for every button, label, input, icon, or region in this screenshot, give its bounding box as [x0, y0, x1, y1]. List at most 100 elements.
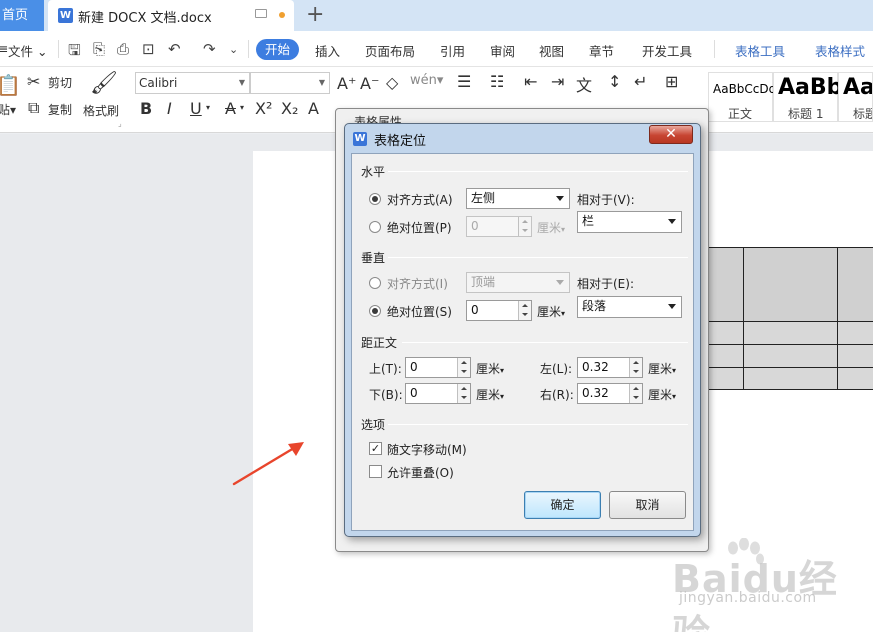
tab-view[interactable]: 视图 — [539, 41, 564, 60]
chevron-down-icon[interactable]: ▾ — [206, 103, 210, 112]
vertical-align-radio[interactable] — [369, 277, 381, 289]
save-icon[interactable]: 🖫 — [68, 40, 81, 65]
spinner-arrows-icon[interactable] — [457, 358, 470, 377]
vertical-relative-select[interactable]: 段落 — [577, 296, 682, 318]
close-button[interactable]: ✕ — [649, 125, 693, 144]
format-painter-icon[interactable]: 🖌 — [90, 71, 118, 96]
print-preview-icon[interactable]: ⊡ — [142, 40, 155, 58]
cut-button[interactable]: 剪切 — [48, 74, 72, 91]
top-distance-unit[interactable]: 厘米▾ — [476, 360, 504, 377]
show-marks-icon[interactable]: ↵ — [634, 72, 647, 91]
print-icon[interactable]: ⎙ — [117, 40, 129, 58]
menu-file[interactable]: 文件 ⌄ — [8, 41, 47, 60]
font-name-select[interactable]: Calibri ▼ — [135, 72, 250, 94]
bullets-icon[interactable]: ☰ — [457, 72, 471, 91]
chinese-layout-icon[interactable]: 文 — [576, 72, 592, 96]
table-line — [706, 344, 873, 345]
grow-font-icon[interactable]: A⁺ — [337, 74, 356, 93]
spinner-arrows-icon[interactable] — [629, 358, 642, 377]
numbering-icon[interactable]: ☷ — [490, 72, 504, 91]
vertical-align-select[interactable]: 顶端 — [466, 272, 570, 293]
format-painter-button[interactable]: 格式刷 — [83, 102, 119, 119]
unit-label: 厘米 — [537, 221, 562, 235]
text-effect-icon[interactable]: A — [308, 99, 319, 118]
tab-home-ribbon[interactable]: 开始 — [256, 39, 299, 60]
decrease-indent-icon[interactable]: ⇤ — [524, 72, 537, 91]
tab-developer[interactable]: 开发工具 — [642, 41, 692, 60]
style-heading[interactable]: AaB 标题 — [838, 72, 873, 122]
vertical-absolute-input[interactable]: 0 — [466, 300, 532, 321]
unit-label: 厘米 — [648, 362, 673, 376]
right-distance-input[interactable]: 0.32 — [577, 383, 643, 404]
horizontal-absolute-input[interactable]: 0 — [466, 216, 532, 237]
new-tab-button[interactable]: + — [306, 2, 324, 28]
bottom-distance-unit[interactable]: 厘米▾ — [476, 386, 504, 403]
allow-overlap-checkbox[interactable] — [369, 465, 382, 478]
phonetic-guide-icon[interactable]: wén▾ — [410, 73, 443, 88]
paste-icon[interactable]: 📋 — [0, 73, 21, 97]
right-distance-unit[interactable]: 厘米▾ — [648, 386, 676, 403]
quick-access-dropdown-icon[interactable]: ⌄ — [229, 43, 238, 56]
cancel-button[interactable]: 取消 — [609, 491, 686, 519]
font-size-select[interactable]: ▼ — [250, 72, 330, 94]
style-heading-1[interactable]: AaBb 标题 1 — [773, 72, 842, 122]
ok-button[interactable]: 确定 — [524, 491, 601, 519]
tab-table-style[interactable]: 表格样式 — [815, 41, 865, 60]
horizontal-absolute-radio[interactable] — [369, 221, 381, 233]
scissors-icon[interactable]: ✂ — [27, 72, 40, 91]
tab-sections[interactable]: 章节 — [589, 41, 614, 60]
shrink-font-icon[interactable]: A⁻ — [360, 74, 379, 93]
redo-icon[interactable]: ↷ — [203, 40, 216, 58]
top-distance-input[interactable]: 0 — [405, 357, 471, 378]
clear-format-icon[interactable]: ◇ — [386, 73, 398, 92]
spinner-arrows-icon[interactable] — [518, 301, 531, 320]
table-line — [706, 321, 873, 322]
spinner-arrows-icon[interactable] — [629, 384, 642, 403]
superscript-button[interactable]: X² — [255, 99, 272, 118]
left-distance-input[interactable]: 0.32 — [577, 357, 643, 378]
italic-button[interactable]: I — [167, 99, 172, 118]
tab-insert[interactable]: 插入 — [315, 41, 340, 60]
underline-button[interactable]: U — [190, 99, 202, 118]
bold-button[interactable]: B — [140, 99, 152, 118]
move-with-text-label[interactable]: 随文字移动(M) — [387, 441, 467, 458]
increase-indent-icon[interactable]: ⇥ — [551, 72, 564, 91]
horizontal-relative-select[interactable]: 栏 — [577, 211, 682, 233]
document-table[interactable] — [706, 247, 873, 390]
vertical-absolute-radio[interactable] — [369, 305, 381, 317]
subscript-button[interactable]: X₂ — [281, 99, 298, 118]
bottom-distance-value: 0 — [410, 386, 418, 400]
dialog-titlebar[interactable]: W 表格定位 ✕ — [345, 124, 700, 152]
tab-table-tools[interactable]: 表格工具 — [735, 41, 785, 60]
table-body-shading — [706, 321, 873, 390]
bottom-distance-label: 下(B): — [369, 388, 403, 402]
clipboard-expand-icon[interactable]: ⌟ — [118, 119, 122, 128]
move-with-text-checkbox[interactable]: ✓ — [369, 442, 382, 455]
undo-icon[interactable]: ↶ — [168, 40, 181, 58]
horizontal-align-radio[interactable] — [369, 193, 381, 205]
bottom-distance-input[interactable]: 0 — [405, 383, 471, 404]
vertical-absolute-unit[interactable]: 厘米▾ — [537, 303, 565, 320]
tab-page-layout[interactable]: 页面布局 — [365, 41, 415, 60]
spinner-arrows-icon[interactable] — [457, 384, 470, 403]
strikethrough-button[interactable]: A — [225, 99, 236, 118]
horizontal-align-value: 左侧 — [471, 191, 496, 205]
copy-icon[interactable]: ⧉ — [28, 98, 39, 118]
sort-icon[interactable]: ↕ — [608, 72, 621, 91]
tab-review[interactable]: 审阅 — [490, 41, 515, 60]
left-distance-unit[interactable]: 厘米▾ — [648, 360, 676, 377]
tab-document[interactable]: W 新建 DOCX 文档.docx — [48, 0, 294, 31]
paste-button[interactable]: 贴▾ — [0, 101, 16, 118]
horizontal-align-select[interactable]: 左侧 — [466, 188, 570, 209]
tab-home[interactable]: 首页 — [0, 0, 44, 31]
table-ruler-icon[interactable]: ⊞ — [665, 72, 678, 91]
copy-button[interactable]: 复制 — [48, 101, 72, 118]
tab-references[interactable]: 引用 — [440, 41, 465, 60]
style-normal[interactable]: AaBbCcDd 正文 — [708, 72, 776, 122]
allow-overlap-label[interactable]: 允许重叠(O) — [387, 464, 454, 481]
horizontal-absolute-unit[interactable]: 厘米▾ — [537, 219, 565, 236]
chevron-down-icon[interactable]: ▾ — [240, 103, 244, 112]
open-icon[interactable]: ⎘ — [93, 40, 105, 58]
spinner-arrows-icon[interactable] — [518, 217, 531, 236]
screen-icon[interactable] — [255, 9, 267, 18]
